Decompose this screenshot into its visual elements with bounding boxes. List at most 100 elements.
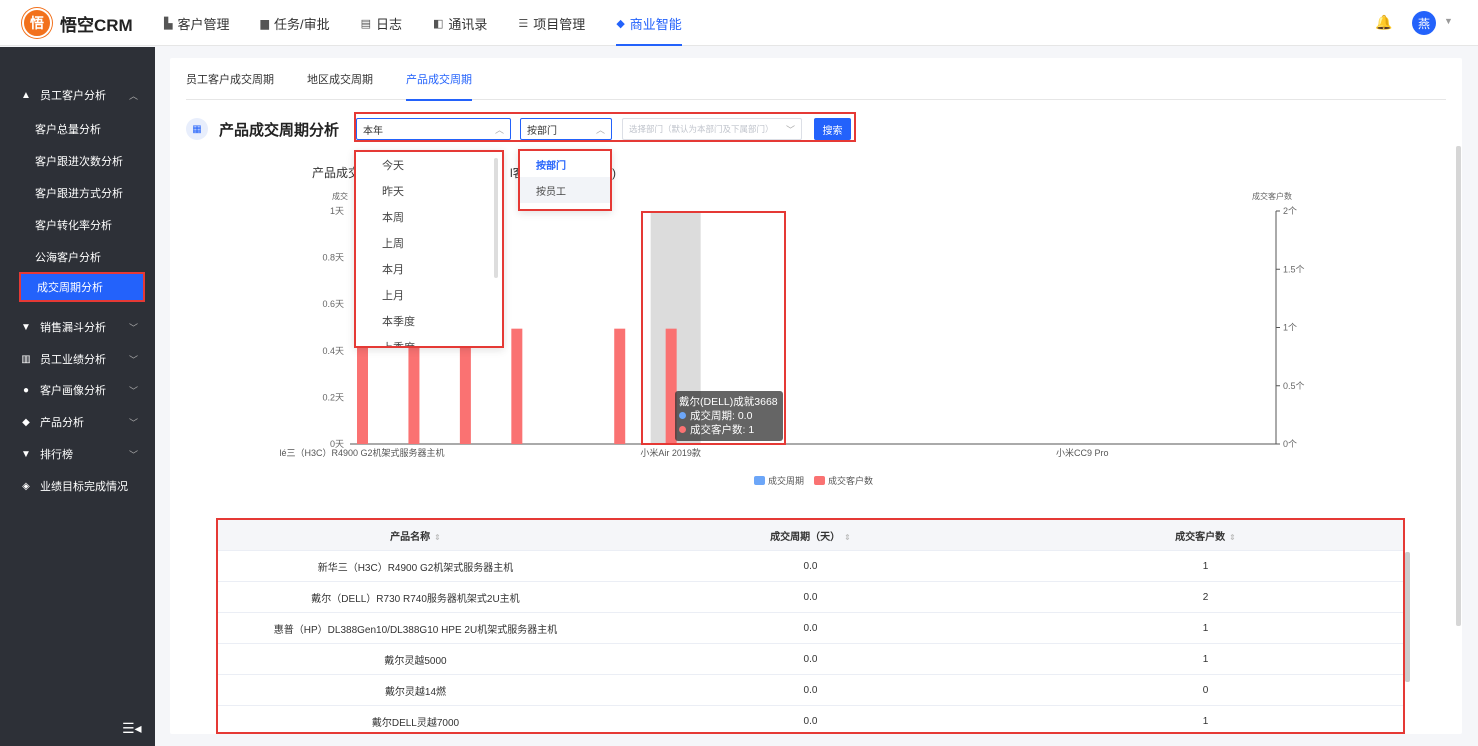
table-cell: 新华三（H3C）R4900 G2机架式服务器主机	[317, 562, 514, 574]
bar-icon: ▥	[21, 353, 31, 365]
table-row[interactable]: 戴尔灵越14燃 0.0 0	[218, 675, 1403, 706]
tooltip-customers-value: 成交客户数: 1	[690, 424, 755, 436]
column-header-2[interactable]: 成交客户数 ⇕	[1008, 528, 1403, 543]
nav-item-label: 项目管理	[533, 16, 586, 32]
table-cell: 1	[1202, 653, 1209, 665]
column-header-1[interactable]: 成交周期（天） ⇕	[613, 528, 1008, 543]
sort-icon[interactable]: ⇕	[434, 533, 441, 542]
sidebar-item-1[interactable]: 客户跟进次数分析	[0, 146, 155, 176]
column-header-0[interactable]: 产品名称 ⇕	[218, 528, 613, 543]
nav-item-3[interactable]: ◧ 通讯录	[433, 0, 487, 46]
table-cell: 戴尔DELL灵越7000	[371, 717, 460, 729]
y-tick-left: 0.4天	[322, 346, 344, 356]
sidebar-item-2[interactable]: 客户跟进方式分析	[0, 178, 155, 208]
collapse-sidebar-icon[interactable]: ☰◂	[122, 720, 142, 737]
sidebar-group-label: 员工业绩分析	[40, 354, 106, 366]
nav-item-label: 通讯录	[448, 16, 488, 32]
legend-cycle-swatch	[754, 476, 765, 485]
bar-customers	[357, 344, 368, 444]
table-cell: 戴尔灵越5000	[384, 655, 447, 667]
product-cycle-table: 产品名称 ⇕ 成交周期（天） ⇕ 成交客户数 ⇕ 新华三（H3C）R4900 G2机架式服务…	[216, 518, 1405, 734]
sidebar-group-2[interactable]: ▥ 员工业绩分析 ﹀	[0, 344, 155, 374]
building-icon: ▙	[164, 17, 173, 30]
nav-item-1[interactable]: ▆ 任务/审批	[260, 0, 329, 46]
table-row[interactable]: 新华三（H3C）R4900 G2机架式服务器主机 0.0 1	[218, 551, 1403, 582]
table-header-row: 产品名称 ⇕ 成交周期（天） ⇕ 成交客户数 ⇕	[218, 520, 1403, 551]
tooltip-row-cycle: 成交周期: 0.0	[679, 409, 779, 423]
table-cell: 0.0	[803, 653, 818, 665]
sidebar-group-label: 业绩目标完成情况	[40, 481, 128, 493]
app-logo[interactable]: 悟 悟空CRM	[22, 8, 133, 38]
nav-item-label: 任务/审批	[273, 16, 330, 32]
bar-customers	[408, 344, 420, 444]
cycle-dot-icon	[679, 412, 686, 419]
sidebar-item-0[interactable]: 客户总量分析	[0, 114, 155, 144]
table-cell: 0.0	[803, 560, 818, 572]
sidebar-item-5[interactable]: 成交周期分析	[19, 272, 145, 302]
table-cell: 2	[1202, 591, 1209, 603]
nav-item-0[interactable]: ▙ 客户管理	[164, 0, 229, 46]
time-option-7[interactable]: 上季度	[356, 334, 502, 346]
sidebar-group-label: 销售漏斗分析	[40, 322, 106, 334]
time-option-4[interactable]: 本月	[356, 256, 502, 282]
time-option-0[interactable]: 今天	[356, 152, 502, 178]
table-row[interactable]: 戴尔DELL灵越7000 0.0 1	[218, 706, 1403, 732]
sidebar: ▲ 员工客户分析 ︿ ▼ 销售漏斗分析 ﹀ ▥ 员工业绩分析 ﹀ ● 客户画像分析 ﹀ ◆ 产品分析 ﹀ ▼ 排…	[0, 47, 155, 746]
table-cell: 0.0	[803, 715, 818, 727]
time-option-1[interactable]: 昨天	[356, 178, 502, 204]
column-header-label: 成交周期（天）	[770, 531, 841, 543]
sidebar-group-6[interactable]: ◈ 业绩目标完成情况	[0, 471, 155, 501]
time-option-3[interactable]: 上周	[356, 230, 502, 256]
table-cell: 戴尔（DELL）R730 R740服务器机架式2U主机	[311, 593, 520, 605]
table-row[interactable]: 戴尔灵越5000 0.0 1	[218, 644, 1403, 675]
legend-customers-swatch	[814, 476, 825, 485]
sidebar-item-4[interactable]: 公海客户分析	[0, 242, 155, 272]
nav-item-4[interactable]: ☰ 项目管理	[518, 0, 585, 46]
avatar-chevron-down-icon[interactable]: ▼	[1444, 16, 1453, 26]
table-cell: 戴尔灵越14燃	[384, 686, 447, 698]
table-row[interactable]: 戴尔（DELL）R730 R740服务器机架式2U主机 0.0 2	[218, 582, 1403, 613]
main-panel: 员工客户成交周期 地区成交周期 产品成交周期 ▦ 产品成交周期分析 本年 ︿ 按部门…	[170, 58, 1462, 734]
sidebar-item-3[interactable]: 客户转化率分析	[0, 210, 155, 240]
sidebar-group-3[interactable]: ● 客户画像分析 ﹀	[0, 375, 155, 405]
bi-icon: ◆	[616, 17, 625, 30]
sort-icon[interactable]: ⇕	[844, 533, 851, 542]
logo-icon: 悟	[22, 8, 52, 38]
nav-item-5[interactable]: ◆ 商业智能	[616, 0, 683, 46]
sidebar-group-label: 客户画像分析	[40, 385, 106, 397]
sidebar-group-label: 排行榜	[40, 449, 73, 461]
bell-icon[interactable]: 🔔	[1375, 14, 1392, 31]
y-tick-left: 0.2天	[322, 392, 344, 402]
chevron-icon: ﹀	[129, 354, 139, 365]
page-scrollbar[interactable]	[1456, 146, 1461, 626]
nav-item-label: 日志	[375, 16, 402, 32]
time-option-2[interactable]: 本周	[356, 204, 502, 230]
sidebar-group-0[interactable]: ▲ 员工客户分析 ︿	[0, 80, 155, 110]
nav-item-2[interactable]: ▤ 日志	[361, 0, 402, 46]
group-option-0[interactable]: 按部门	[520, 151, 610, 177]
chevron-icon: ﹀	[129, 449, 139, 460]
sort-icon[interactable]: ⇕	[1229, 533, 1236, 542]
chevron-icon: ﹀	[129, 417, 139, 428]
table-cell: 惠普（HP）DL388Gen10/DL388G10 HPE 2U机架式服务器主机	[273, 624, 558, 636]
list-icon: ☰	[518, 17, 529, 30]
sidebar-group-5[interactable]: ▼ 排行榜 ﹀	[0, 439, 155, 469]
people-icon: ●	[22, 384, 30, 396]
dropdown-scrollbar[interactable]	[494, 158, 498, 278]
time-option-6[interactable]: 本季度	[356, 308, 502, 334]
time-option-5[interactable]: 上月	[356, 282, 502, 308]
y-axis-right-label: 成交客户数	[1252, 191, 1292, 201]
table-scrollbar[interactable]	[1405, 552, 1410, 682]
sidebar-group-1[interactable]: ▼ 销售漏斗分析 ﹀	[0, 312, 155, 342]
app-name: 悟空CRM	[60, 15, 133, 35]
table-cell: 0.0	[803, 684, 818, 696]
avatar[interactable]: 燕	[1412, 11, 1436, 35]
bar-customers	[511, 328, 523, 444]
time-range-dropdown: 今天 昨天 本周 上周 本月 上月 本季度 上季度	[354, 150, 504, 348]
person-icon: ▲	[21, 89, 31, 101]
group-option-1[interactable]: 按员工	[520, 177, 610, 203]
table-row[interactable]: 惠普（HP）DL388Gen10/DL388G10 HPE 2U机架式服务器主机…	[218, 613, 1403, 644]
table-cell: 0.0	[803, 591, 818, 603]
chevron-icon: ︿	[129, 90, 139, 101]
sidebar-group-4[interactable]: ◆ 产品分析 ﹀	[0, 407, 155, 437]
